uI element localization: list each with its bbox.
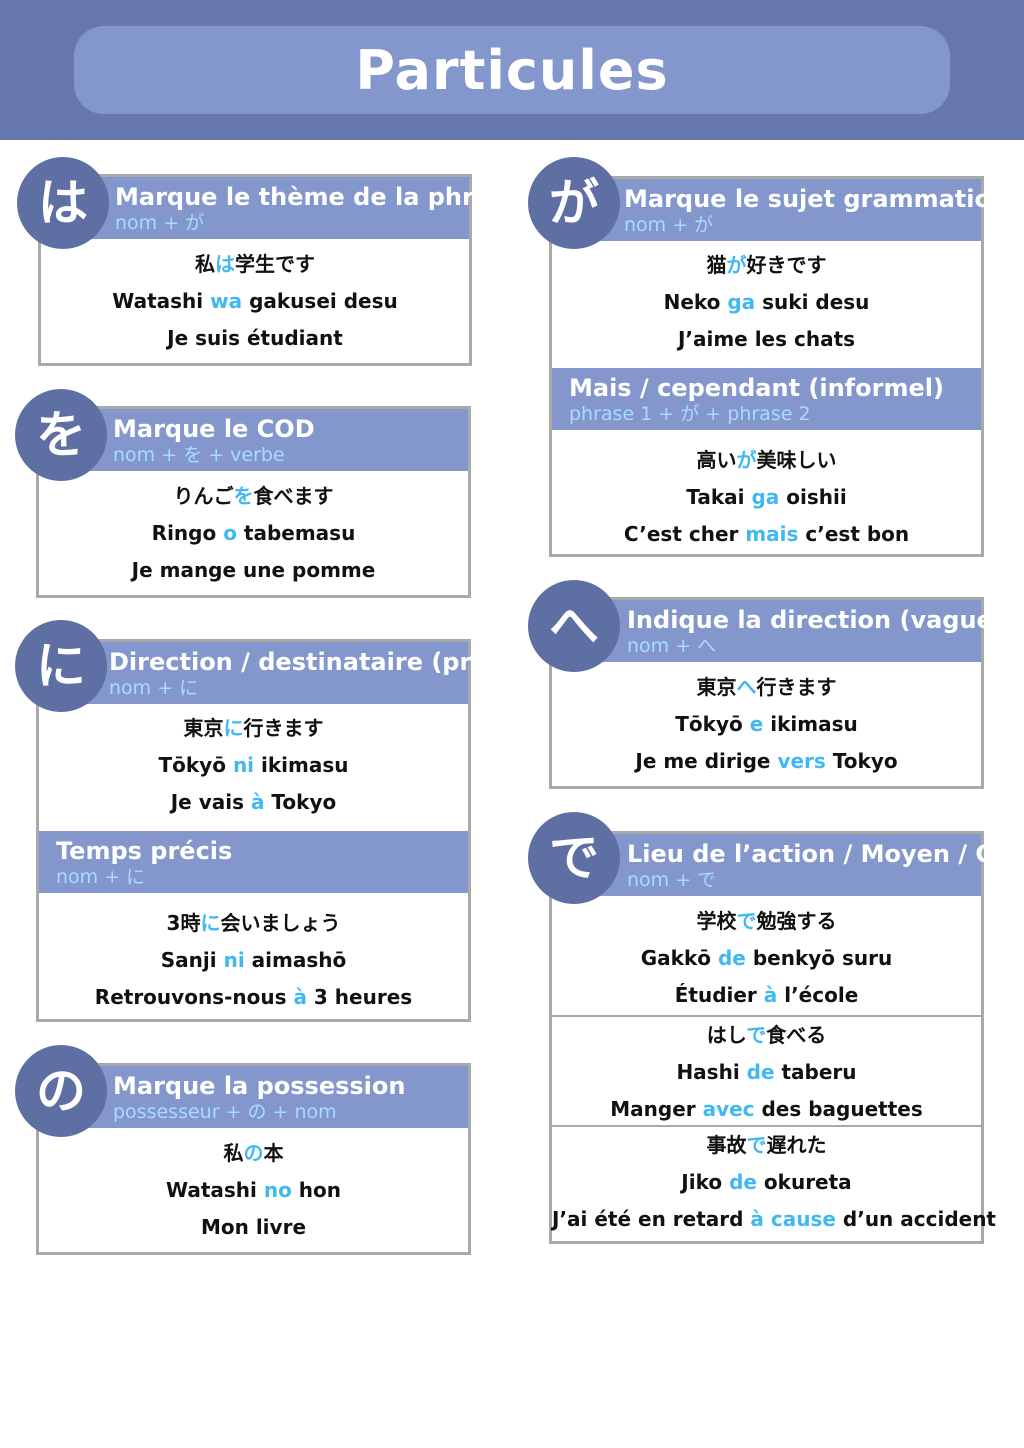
example-romaji: Gakkō de benkyō suru xyxy=(640,946,893,970)
card-title: Marque le thème de la phrase xyxy=(115,183,521,211)
card-formula: nom + に xyxy=(109,677,199,699)
example-romaji: Neko ga suki desu xyxy=(663,290,870,314)
subsection-formula: nom + に xyxy=(56,866,146,888)
example-japanese: りんごを食べます xyxy=(173,484,334,508)
card-title: Indique la direction (vague) xyxy=(627,606,1004,634)
example-block: はしで食べる Hashi de taberu Manger avec des b… xyxy=(552,1017,981,1125)
example-romaji: Ringo o tabemasu xyxy=(151,521,356,545)
example-romaji: Tōkyō ni ikimasu xyxy=(158,753,349,777)
example-japanese: 3時に会いましょう xyxy=(166,911,341,935)
example-french: Mon livre xyxy=(200,1215,307,1239)
example-block: 学校で勉強する Gakkō de benkyō suru Étudier à l… xyxy=(552,896,981,1015)
particle-card-ni: Direction / destinataire (précis) nom + … xyxy=(36,639,536,1022)
card-title: Marque le COD xyxy=(113,415,315,443)
particle-badge-ni: に xyxy=(15,620,107,712)
example-block: 高いが美味しい Takai ga oishii C’est cher mais … xyxy=(552,430,981,553)
example-romaji: Sanji ni aimashō xyxy=(160,948,347,972)
title-pill: Particules xyxy=(74,26,950,114)
card-formula: nom + で xyxy=(627,869,717,891)
example-japanese: 高いが美味しい xyxy=(696,448,837,472)
particle-card-de: Lieu de l’action / Moyen / Cause nom + で… xyxy=(549,831,1024,1244)
page-title: Particules xyxy=(355,38,669,102)
particle-badge-o: を xyxy=(15,389,107,481)
subsection-header: Temps précis nom + に xyxy=(39,831,468,893)
example-french: J’aime les chats xyxy=(677,327,856,351)
particle-badge-no: の xyxy=(15,1045,107,1137)
card-formula: nom + へ xyxy=(627,635,717,657)
card-title: Lieu de l’action / Moyen / Cause xyxy=(627,840,1024,868)
card-title: Marque le sujet grammatical xyxy=(624,185,1014,213)
example-french: C’est cher mais c’est bon xyxy=(623,522,910,546)
example-french: Je me dirige vers Tokyo xyxy=(635,749,898,773)
example-block: りんごを食べます Ringo o tabemasu Je mange une p… xyxy=(39,471,468,589)
example-japanese: 私の本 xyxy=(223,1141,284,1165)
card-formula: nom + を + verbe xyxy=(113,444,285,466)
example-japanese: 私は学生です xyxy=(195,252,315,276)
example-french: J’ai été en retard à cause d’un accident xyxy=(552,1207,996,1231)
example-block: 猫が好きです Neko ga suki desu J’aime les chat… xyxy=(552,241,981,368)
card-title: Marque la possession xyxy=(113,1072,406,1100)
subsection-title: Temps précis xyxy=(56,837,233,865)
example-japanese: 猫が好きです xyxy=(706,253,827,277)
example-romaji: Takai ga oishii xyxy=(686,485,847,509)
example-french: Retrouvons-nous à 3 heures xyxy=(94,985,413,1009)
example-french: Je suis étudiant xyxy=(167,326,343,350)
example-japanese: 学校で勉強する xyxy=(696,909,837,933)
card-formula: nom + が xyxy=(624,214,714,236)
subsection-header: Mais / cependant (informel) phrase 1 + が… xyxy=(552,368,981,430)
particle-card-ga: Marque le sujet grammatical nom + が 猫が好き… xyxy=(549,176,1014,557)
example-french: Je mange une pomme xyxy=(131,558,376,582)
example-french: Étudier à l’école xyxy=(674,983,859,1007)
example-block: 私の本 Watashi no hon Mon livre xyxy=(39,1128,468,1246)
example-romaji: Jiko de okureta xyxy=(681,1170,852,1194)
example-romaji: Hashi de taberu xyxy=(676,1060,857,1084)
example-french: Je vais à Tokyo xyxy=(170,790,337,814)
card-title: Direction / destinataire (précis) xyxy=(109,648,536,676)
example-block: 3時に会いましょう Sanji ni aimashō Retrouvons-no… xyxy=(39,893,468,1016)
example-japanese: 東京へ行きます xyxy=(696,675,837,699)
example-block: 東京へ行きます Tōkyō e ikimasu Je me dirige ver… xyxy=(552,662,981,780)
example-french: Manger avec des baguettes xyxy=(610,1097,923,1121)
example-block: 東京に行きます Tōkyō ni ikimasu Je vais à Tokyo xyxy=(39,704,468,831)
card-formula: possesseur + の + nom xyxy=(113,1101,337,1123)
particle-badge-ga: が xyxy=(528,157,620,249)
example-block: 私は学生です Watashi wa gakusei desu Je suis é… xyxy=(41,239,469,357)
example-romaji: Watashi wa gakusei desu xyxy=(112,289,398,313)
example-japanese: 事故で遅れた xyxy=(706,1133,827,1157)
title-banner: Particules xyxy=(0,0,1024,140)
card-formula: nom + が xyxy=(115,212,205,234)
example-japanese: はしで食べる xyxy=(706,1023,827,1047)
subsection-formula: phrase 1 + が + phrase 2 xyxy=(569,403,811,425)
example-japanese: 東京に行きます xyxy=(183,716,324,740)
particle-badge-de: で xyxy=(528,812,620,904)
particle-badge-wa: は xyxy=(17,157,109,249)
example-romaji: Tōkyō e ikimasu xyxy=(675,712,858,736)
subsection-title: Mais / cependant (informel) xyxy=(569,374,944,402)
particle-badge-e: へ xyxy=(528,580,620,672)
example-block: 事故で遅れた Jiko de okureta J’ai été en retar… xyxy=(552,1127,996,1238)
example-romaji: Watashi no hon xyxy=(165,1178,342,1202)
